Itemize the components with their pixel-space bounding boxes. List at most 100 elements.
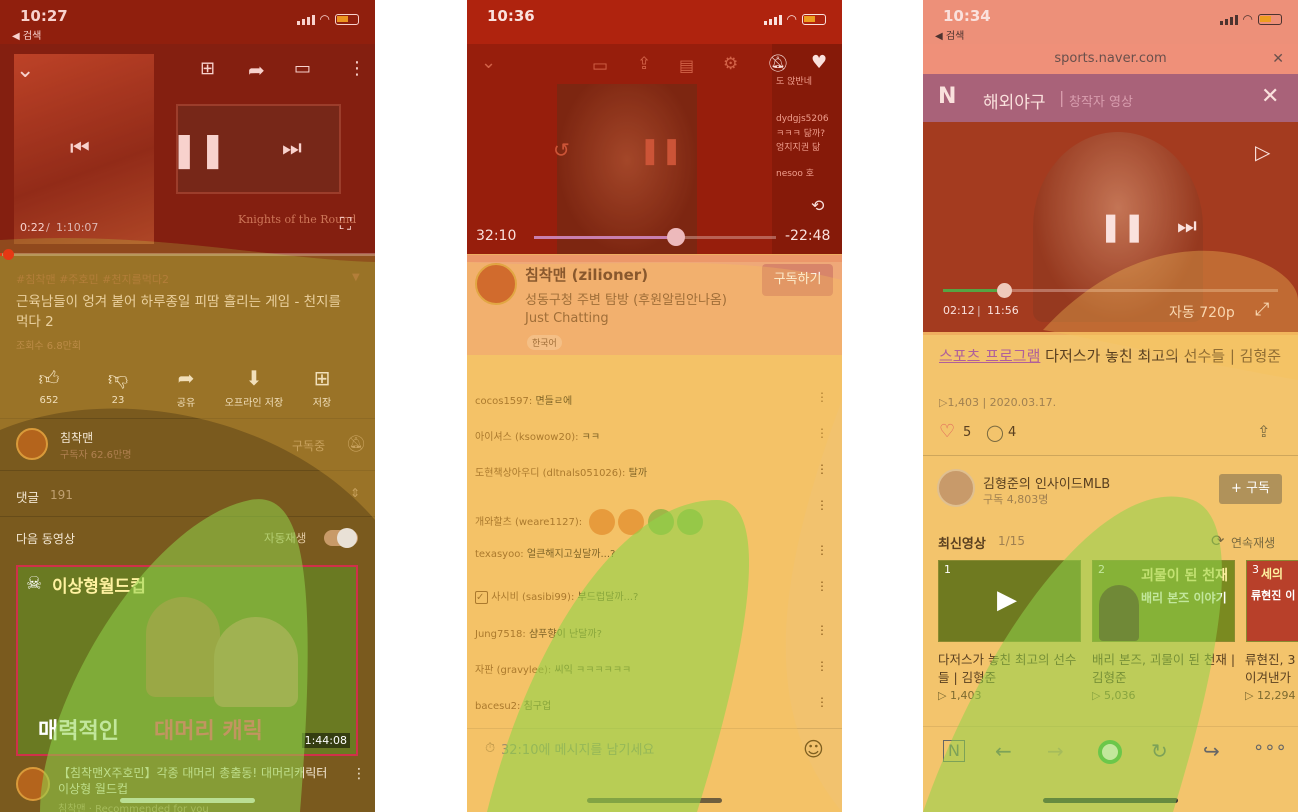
- share-button[interactable]: ➦ 공유: [156, 366, 216, 409]
- share-icon[interactable]: ⇪: [1257, 422, 1270, 441]
- latest-video-thumbnail[interactable]: 2 괴물이 된 천재 배리 본즈 이야기: [1092, 560, 1235, 642]
- streamer-avatar[interactable]: [475, 263, 517, 305]
- expand-comments-icon[interactable]: ⇕: [350, 486, 360, 500]
- quality-label[interactable]: 자동 720p: [1169, 302, 1235, 322]
- expand-icon[interactable]: ▼: [352, 272, 360, 283]
- chat-user[interactable]: 자판 (gravylee):: [475, 665, 551, 676]
- chat-more-icon[interactable]: ⋮: [816, 390, 828, 404]
- chat-user[interactable]: 사시비 (sasibi99):: [491, 592, 574, 603]
- download-button[interactable]: ⬇ 오프라인 저장: [224, 366, 284, 409]
- cast-icon[interactable]: ▭: [294, 58, 311, 79]
- chat-input[interactable]: [501, 739, 791, 761]
- channel-avatar[interactable]: [16, 428, 48, 460]
- chat-user[interactable]: bacesu2:: [475, 701, 520, 712]
- autoplay-toggle[interactable]: [324, 528, 358, 548]
- chat-more-icon[interactable]: ⋮: [816, 695, 828, 709]
- latest-video-title[interactable]: 류현진, 3 이겨낸가: [1245, 651, 1298, 687]
- video-player[interactable]: ▷ ❚❚ ⏭ 02:12 | 11:56 자동 720p ⤢: [923, 122, 1298, 332]
- next-icon[interactable]: ⏭: [1177, 214, 1197, 239]
- comment-icon[interactable]: ◯: [986, 423, 1004, 442]
- latest-video-thumbnail[interactable]: 1 ▶: [938, 560, 1081, 642]
- play-icon[interactable]: ▶: [997, 585, 1017, 615]
- progress-bar[interactable]: [534, 236, 776, 239]
- next-icon[interactable]: ⏭: [282, 136, 302, 161]
- bell-off-icon[interactable]: 🔕︎: [346, 434, 366, 453]
- clip-icon[interactable]: ▤: [679, 56, 694, 75]
- pause-icon[interactable]: ❚❚: [170, 130, 227, 170]
- add-to-playlist-icon[interactable]: ⊞: [200, 58, 215, 79]
- back-to-search[interactable]: ◀ 검색: [935, 27, 964, 42]
- streamer-name[interactable]: 침착맨 (zilioner): [525, 264, 648, 285]
- heart-icon[interactable]: ♡: [939, 421, 955, 442]
- channel-name[interactable]: 김형준의 인사이드MLB: [983, 473, 1110, 492]
- app-play-icon[interactable]: ▷: [1255, 140, 1270, 164]
- chat-more-icon[interactable]: ⋮: [816, 659, 828, 673]
- chat-user[interactable]: 아이셔스 (ksowow20):: [475, 432, 578, 443]
- chat-user[interactable]: 도현책상아우디 (dltnals051026):: [475, 468, 625, 479]
- green-dot-icon[interactable]: [1098, 740, 1122, 764]
- next-channel-avatar[interactable]: [16, 767, 50, 801]
- next-video-thumbnail[interactable]: ☠ 이상형월드컵 매력적인 대머리 캐릭 1:44:08: [16, 565, 358, 756]
- like-button[interactable]: 👍︎ 652: [19, 366, 79, 406]
- naver-home-icon[interactable]: N: [943, 740, 965, 762]
- subscribed-button[interactable]: 구독중: [292, 437, 325, 454]
- channel-avatar[interactable]: [937, 469, 975, 507]
- progress-handle[interactable]: [666, 228, 685, 246]
- chat-more-icon[interactable]: ⋮: [816, 426, 828, 440]
- chat-user[interactable]: Jung7518:: [475, 629, 526, 640]
- save-button[interactable]: ⊞ 저장: [292, 366, 352, 409]
- dislike-button[interactable]: 👎︎ 23: [88, 366, 148, 406]
- share-icon[interactable]: ➦: [248, 58, 265, 82]
- video-player[interactable]: 도 앉반네 dydgjs5206 ㅋㅋㅋ 닮까? 엉지지권 닮 nesoo 호 …: [467, 44, 842, 254]
- pause-icon[interactable]: ❚❚: [1099, 210, 1146, 243]
- pause-icon[interactable]: ❚❚: [639, 136, 683, 166]
- fullscreen-icon[interactable]: ⛶: [340, 214, 351, 234]
- back-icon[interactable]: ←: [995, 739, 1012, 763]
- section-subtitle[interactable]: 창작자 영상: [1069, 91, 1133, 110]
- autoplay-label[interactable]: 연속재생: [1231, 534, 1275, 551]
- language-tag[interactable]: 한국어: [527, 335, 562, 350]
- chat-more-icon[interactable]: ⋮: [816, 623, 828, 637]
- latest-video-title[interactable]: 다저스가 놓친 최고의 선수들 | 김형준: [938, 651, 1078, 687]
- naver-logo[interactable]: N: [938, 84, 956, 109]
- next-video-title[interactable]: 【침착맨X주호민】각종 대머리 총출동! 대머리캐릭터 이상형 월드컵: [58, 765, 340, 797]
- progress-handle[interactable]: [3, 249, 14, 260]
- subscribe-button[interactable]: 구독하기: [762, 264, 833, 296]
- next-more-icon[interactable]: ⋮: [352, 766, 366, 782]
- chat-more-icon[interactable]: ⋮: [816, 579, 828, 593]
- forward-icon[interactable]: →: [1047, 739, 1064, 763]
- latest-video-title[interactable]: 배리 본즈, 괴물이 된 천재 | 김형준: [1092, 651, 1237, 687]
- heart-icon[interactable]: ♥: [811, 52, 827, 73]
- more-icon[interactable]: ∘∘∘: [1253, 737, 1287, 758]
- settings-icon[interactable]: ⚙: [723, 54, 738, 74]
- rewind-10-icon[interactable]: ↺: [553, 138, 570, 162]
- latest-video-thumbnail[interactable]: 3 세의 류현진 이: [1246, 560, 1298, 642]
- close-tab-icon[interactable]: ✕: [1272, 44, 1284, 74]
- chat-more-icon[interactable]: ⋮: [816, 543, 828, 557]
- progress-bar[interactable]: [0, 253, 375, 256]
- video-category[interactable]: 스포츠 프로그램: [939, 347, 1040, 365]
- channel-name[interactable]: 침착맨: [60, 429, 93, 446]
- subscribe-button[interactable]: + 구독: [1219, 474, 1282, 504]
- reload-icon[interactable]: ↻: [1151, 739, 1168, 763]
- previous-icon[interactable]: ⏮: [70, 136, 90, 161]
- minimize-icon[interactable]: ⌄: [481, 52, 496, 73]
- minimize-icon[interactable]: ⌄: [16, 58, 34, 83]
- video-player[interactable]: ⌄ ⊞ ➦ ▭ ⋮ ⏮ ❚❚ ⏭ Knights of the Round 0:…: [0, 44, 375, 254]
- rotate-icon[interactable]: ⟲: [811, 196, 824, 215]
- chat-user[interactable]: cocos1597:: [475, 396, 532, 407]
- share-icon[interactable]: ⇪: [637, 54, 651, 74]
- hashtags[interactable]: #침착맨 #주호민 #천지를먹다2: [16, 271, 169, 287]
- section-title[interactable]: 해외야구: [983, 88, 1046, 113]
- stream-category[interactable]: Just Chatting: [525, 311, 609, 326]
- chat-more-icon[interactable]: ⋮: [816, 462, 828, 476]
- progress-bar[interactable]: [943, 289, 1278, 292]
- notifications-off-icon[interactable]: 🔕︎: [767, 54, 789, 74]
- share-icon[interactable]: ↪: [1203, 739, 1220, 763]
- chat-more-icon[interactable]: ⋮: [816, 498, 828, 512]
- close-icon[interactable]: ✕: [1261, 84, 1279, 109]
- chat-user[interactable]: texasyoo:: [475, 549, 524, 560]
- fullscreen-icon[interactable]: ⤢: [1255, 299, 1269, 320]
- emoji-icon[interactable]: ☺: [803, 737, 824, 761]
- back-to-search[interactable]: ◀ 검색: [12, 27, 41, 42]
